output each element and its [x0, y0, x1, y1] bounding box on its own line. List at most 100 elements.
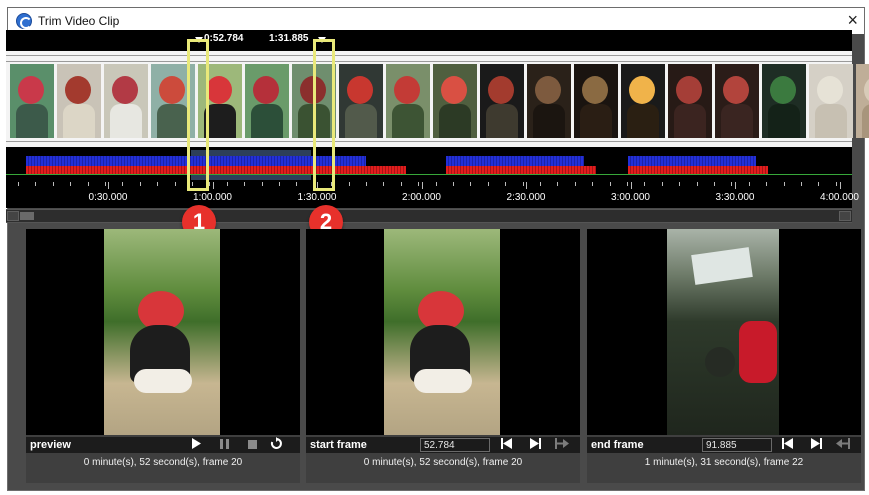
window-title: Trim Video Clip — [38, 14, 120, 28]
stop-icon[interactable] — [244, 437, 260, 453]
end-frame-status: 1 minute(s), 31 second(s), frame 22 — [644, 457, 804, 468]
ruler-minor-tick — [52, 182, 54, 186]
skip-to-start-icon[interactable] — [779, 437, 795, 453]
start-frame-status: 0 minute(s), 52 second(s), frame 20 — [363, 457, 523, 468]
skip-to-start-icon[interactable] — [498, 437, 514, 453]
ruler-minor-tick — [627, 182, 628, 186]
ruler-minor-tick — [435, 182, 437, 186]
preview-video[interactable] — [26, 229, 300, 435]
ruler-major-tick — [839, 182, 841, 189]
filmstrip-thumbnail — [57, 64, 101, 138]
ruler-minor-tick — [801, 182, 802, 186]
scroll-left-button[interactable] — [7, 211, 19, 221]
ruler-minor-tick — [348, 182, 350, 186]
ruler-minor-tick — [105, 182, 106, 186]
skip-to-end-icon[interactable] — [808, 437, 824, 453]
ruler-major-tick — [526, 182, 527, 189]
ruler-minor-tick — [261, 182, 263, 186]
ruler-label: 1:30.000 — [297, 192, 337, 203]
ruler-major-tick — [735, 182, 736, 189]
filmstrip-thumbnail — [104, 64, 148, 138]
filmstrip-thumbnail — [245, 64, 289, 138]
skip-to-end-icon[interactable] — [527, 437, 543, 453]
start-frame-video — [306, 229, 580, 435]
ruler-major-tick — [212, 182, 214, 189]
preview-label: preview — [30, 439, 71, 451]
ruler-minor-tick — [818, 182, 820, 186]
close-button[interactable]: × — [847, 11, 858, 29]
ruler-minor-tick — [244, 182, 246, 186]
filmstrip-thumbnail — [762, 64, 806, 138]
ruler-label: 3:30.000 — [715, 192, 755, 203]
ruler-minor-tick — [122, 182, 124, 186]
ruler-minor-tick — [139, 182, 141, 186]
ruler-label: 1:00.000 — [193, 192, 232, 203]
ruler-minor-tick — [470, 182, 472, 186]
pause-icon[interactable] — [216, 437, 232, 453]
preview-status: 0 minute(s), 52 second(s), frame 20 — [83, 457, 243, 468]
end-frame-controls: end frame — [587, 437, 861, 453]
ruler-minor-tick — [18, 182, 19, 186]
ruler-minor-tick — [731, 182, 733, 186]
waveform-left-channel — [446, 156, 584, 166]
set-end-icon[interactable] — [835, 437, 851, 453]
timeline[interactable]: 0:52.784 1:31.885 0:30.000 1:00.000 1:30.0… — [6, 30, 869, 208]
waveform-left-channel — [628, 156, 756, 166]
start-frame-input[interactable] — [420, 438, 490, 452]
ruler-major-tick — [108, 182, 109, 189]
ruler-label: 0:30.000 — [88, 192, 128, 203]
ruler-minor-tick — [453, 182, 454, 186]
ruler-minor-tick — [296, 182, 298, 186]
ruler-minor-tick — [505, 182, 507, 186]
ruler-minor-tick — [609, 182, 611, 186]
time-ruler[interactable]: 0:30.000 1:00.000 1:30.000 2:00.000 2:30.000… — [6, 182, 859, 208]
filmstrip-thumbnail — [527, 64, 571, 138]
end-frame-input[interactable] — [702, 438, 772, 452]
ruler-label: 2:30.000 — [506, 192, 546, 203]
ruler-minor-tick — [174, 182, 176, 186]
filmstrip[interactable] — [6, 51, 869, 147]
scroll-thumb[interactable] — [20, 212, 34, 220]
ruler-minor-tick — [209, 182, 211, 186]
end-marker-time: 1:31.885 — [269, 33, 309, 44]
ruler-minor-tick — [679, 182, 681, 186]
filmstrip-thumbnail — [856, 64, 869, 138]
preview-panel: preview 0 minute(s), 52 second(s), frame… — [26, 229, 300, 483]
end-frame-label: end frame — [591, 439, 644, 451]
play-icon[interactable] — [188, 437, 204, 453]
ruler-minor-tick — [87, 182, 89, 186]
start-frame-controls: start frame — [306, 437, 580, 453]
thumbnail-frames — [10, 64, 869, 138]
replay-icon[interactable] — [268, 437, 284, 453]
ruler-minor-tick — [661, 182, 663, 186]
ruler-minor-tick — [418, 182, 420, 186]
end-frame-panel: end frame 1 minute(s), 31 second(s), fra… — [587, 229, 861, 483]
filmstrip-thumbnail — [480, 64, 524, 138]
filmstrip-thumbnail — [668, 64, 712, 138]
scroll-right-button[interactable] — [839, 211, 851, 221]
ruler-minor-tick — [783, 182, 785, 186]
ruler-minor-tick — [696, 182, 698, 186]
timeline-scrollbar[interactable] — [6, 209, 852, 223]
ruler-minor-tick — [574, 182, 576, 186]
start-marker-highlight — [187, 39, 209, 191]
ruler-minor-tick — [70, 182, 72, 186]
ruler-label: 2:00.000 — [402, 192, 441, 203]
ruler-major-tick — [630, 182, 632, 189]
filmstrip-thumbnail — [809, 64, 853, 138]
filmstrip-thumbnail — [386, 64, 430, 138]
start-marker-time: 0:52.784 — [204, 33, 244, 44]
audio-waveform[interactable] — [6, 150, 852, 182]
waveform-baseline — [6, 174, 852, 175]
ruler-minor-tick — [157, 182, 159, 186]
ruler-minor-tick — [35, 182, 37, 186]
ruler-minor-tick — [366, 182, 367, 186]
ruler-minor-tick — [226, 182, 228, 186]
ruler-minor-tick — [557, 182, 559, 186]
ruler-minor-tick — [766, 182, 768, 186]
set-start-icon[interactable] — [554, 437, 570, 453]
ruler-label: 4:00.000 — [820, 192, 859, 203]
filmstrip-thumbnail — [715, 64, 759, 138]
preview-controls: preview — [26, 437, 300, 453]
filmstrip-thumbnail — [339, 64, 383, 138]
